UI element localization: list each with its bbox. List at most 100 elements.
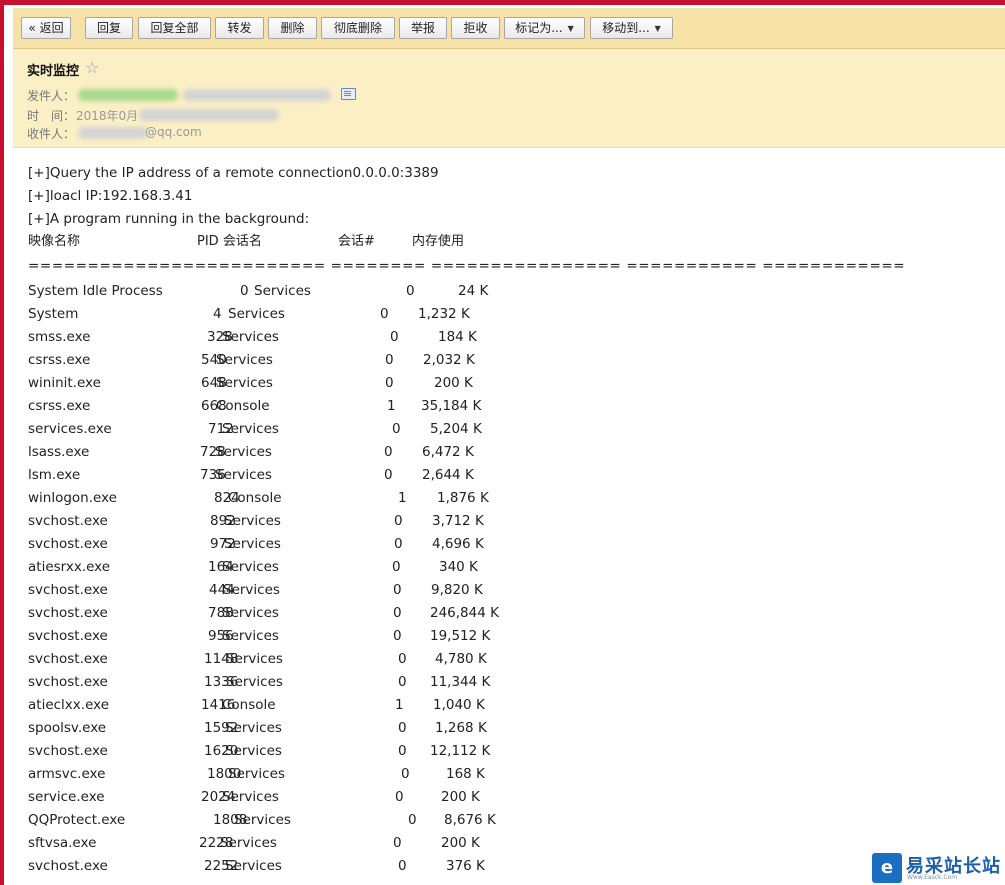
process-session-name: Services [223,582,280,598]
report-button[interactable]: 举报 [399,17,447,39]
process-session-number: 0 [398,651,407,667]
process-session-name: Services [222,628,279,644]
process-name: svchost.exe [28,651,108,667]
reply-button[interactable]: 回复 [85,17,133,39]
process-session-number: 0 [398,743,407,759]
chevron-down-icon: ▼ [654,24,661,33]
table-row: svchost.exe 892 Services 0 3,712 K [28,511,928,534]
process-session-number: 0 [393,605,402,621]
process-session-name: Services [216,375,273,391]
reply-all-button[interactable]: 回复全部 [138,17,211,39]
process-name: svchost.exe [28,582,108,598]
process-name: System [28,306,79,322]
process-session-name: Console [222,697,276,713]
process-session-number: 0 [398,674,407,690]
process-name: atiesrxx.exe [28,559,111,575]
table-row: svchost.exe 788 Services 0 246,844 K [28,603,928,626]
process-session-name: Services [222,559,279,575]
process-session-name: Services [225,720,282,736]
process-name: lsass.exe [28,444,90,460]
back-button[interactable]: « 返回 [21,17,71,39]
move-to-label: 移动到... [602,21,650,35]
process-memory: 1,232 K [418,306,470,322]
table-row: System Idle Process 0 Services 0 24 K [28,281,928,304]
header-image-name: 映像名称 [28,234,81,249]
process-session-name: Console [216,398,270,414]
process-session-number: 0 [393,628,402,644]
process-session-number: 0 [385,352,394,368]
process-session-number: 0 [401,766,410,782]
table-row: lsass.exe 728 Services 0 6,472 K [28,442,928,465]
process-session-number: 1 [398,490,407,506]
process-session-number: 0 [398,858,407,874]
time-label: 时 间： [27,109,76,123]
process-session-name: Services [224,513,281,529]
process-name: lsm.exe [28,467,81,483]
window-left-border [0,0,4,885]
process-name: wininit.exe [28,375,101,391]
process-memory: 1,268 K [435,720,487,736]
table-row: lsm.exe 736 Services 0 2,644 K [28,465,928,488]
process-memory: 8,676 K [444,812,496,828]
table-row: svchost.exe 2252 Services 0 376 K [28,856,928,879]
table-row: svchost.exe 972 Services 0 4,696 K [28,534,928,557]
process-name: services.exe [28,421,112,437]
process-memory: 168 K [446,766,485,782]
process-memory: 35,184 K [421,398,482,414]
process-memory: 376 K [446,858,485,874]
process-session-number: 0 [408,812,417,828]
process-name: service.exe [28,789,105,805]
forward-button[interactable]: 转发 [215,17,264,39]
time-redacted-blur [139,109,279,121]
process-name: atieclxx.exe [28,697,110,713]
process-name: svchost.exe [28,628,108,644]
contact-card-icon[interactable] [341,88,356,100]
site-logo-icon: e [872,853,902,883]
process-memory: 11,344 K [430,674,491,690]
process-session-number: 0 [393,835,402,851]
process-name: svchost.exe [28,674,108,690]
table-row: smss.exe 328 Services 0 184 K [28,327,928,350]
table-row: armsvc.exe 1800 Services 0 168 K [28,764,928,787]
process-session-number: 0 [384,467,393,483]
table-row: svchost.exe 1620 Services 0 12,112 K [28,741,928,764]
process-session-number: 1 [387,398,396,414]
mark-as-dropdown[interactable]: 标记为... ▼ [504,17,585,39]
table-row: svchost.exe 956 Services 0 19,512 K [28,626,928,649]
process-session-name: Services [234,812,291,828]
move-to-dropdown[interactable]: 移动到... ▼ [590,17,673,39]
from-redacted-blur [183,89,331,101]
table-header-row: 映像名称 PID 会话名 会话# 内存使用 [28,232,928,255]
process-memory: 24 K [458,283,489,299]
process-session-number: 0 [393,582,402,598]
star-icon[interactable]: ☆ [85,58,99,77]
mark-as-label: 标记为... [515,21,563,35]
process-session-name: Services [222,421,279,437]
table-row: System 4 Services 0 1,232 K [28,304,928,327]
reject-button[interactable]: 拒收 [451,17,500,39]
window-top-border [0,0,1005,5]
process-session-name: Services [215,467,272,483]
process-name: sftvsa.exe [28,835,97,851]
mail-header: « 返回 回复 回复全部 转发 删除 彻底删除 举报 拒收 标记为... ▼ 移动… [13,8,1005,148]
table-row: svchost.exe 444 Services 0 9,820 K [28,580,928,603]
process-name: System Idle Process [28,283,163,299]
process-memory: 19,512 K [430,628,491,644]
process-name: spoolsv.exe [28,720,107,736]
process-name: winlogon.exe [28,490,117,506]
process-session-name: Services [225,858,282,874]
process-name: csrss.exe [28,352,91,368]
table-row: wininit.exe 648 Services 0 200 K [28,373,928,396]
table-row: winlogon.exe 824 Console 1 1,876 K [28,488,928,511]
process-session-number: 0 [392,559,401,575]
process-memory: 12,112 K [430,743,491,759]
header-session-number: 会话# [338,234,375,249]
delete-button[interactable]: 删除 [268,17,317,39]
process-session-number: 0 [392,421,401,437]
permanent-delete-button[interactable]: 彻底删除 [321,17,395,39]
table-row: QQProtect.exe 1808 Services 0 8,676 K [28,810,928,833]
process-session-name: Services [226,674,283,690]
process-name: armsvc.exe [28,766,106,782]
process-session-name: Services [225,743,282,759]
table-separator: ========================= ======== =====… [28,258,906,274]
